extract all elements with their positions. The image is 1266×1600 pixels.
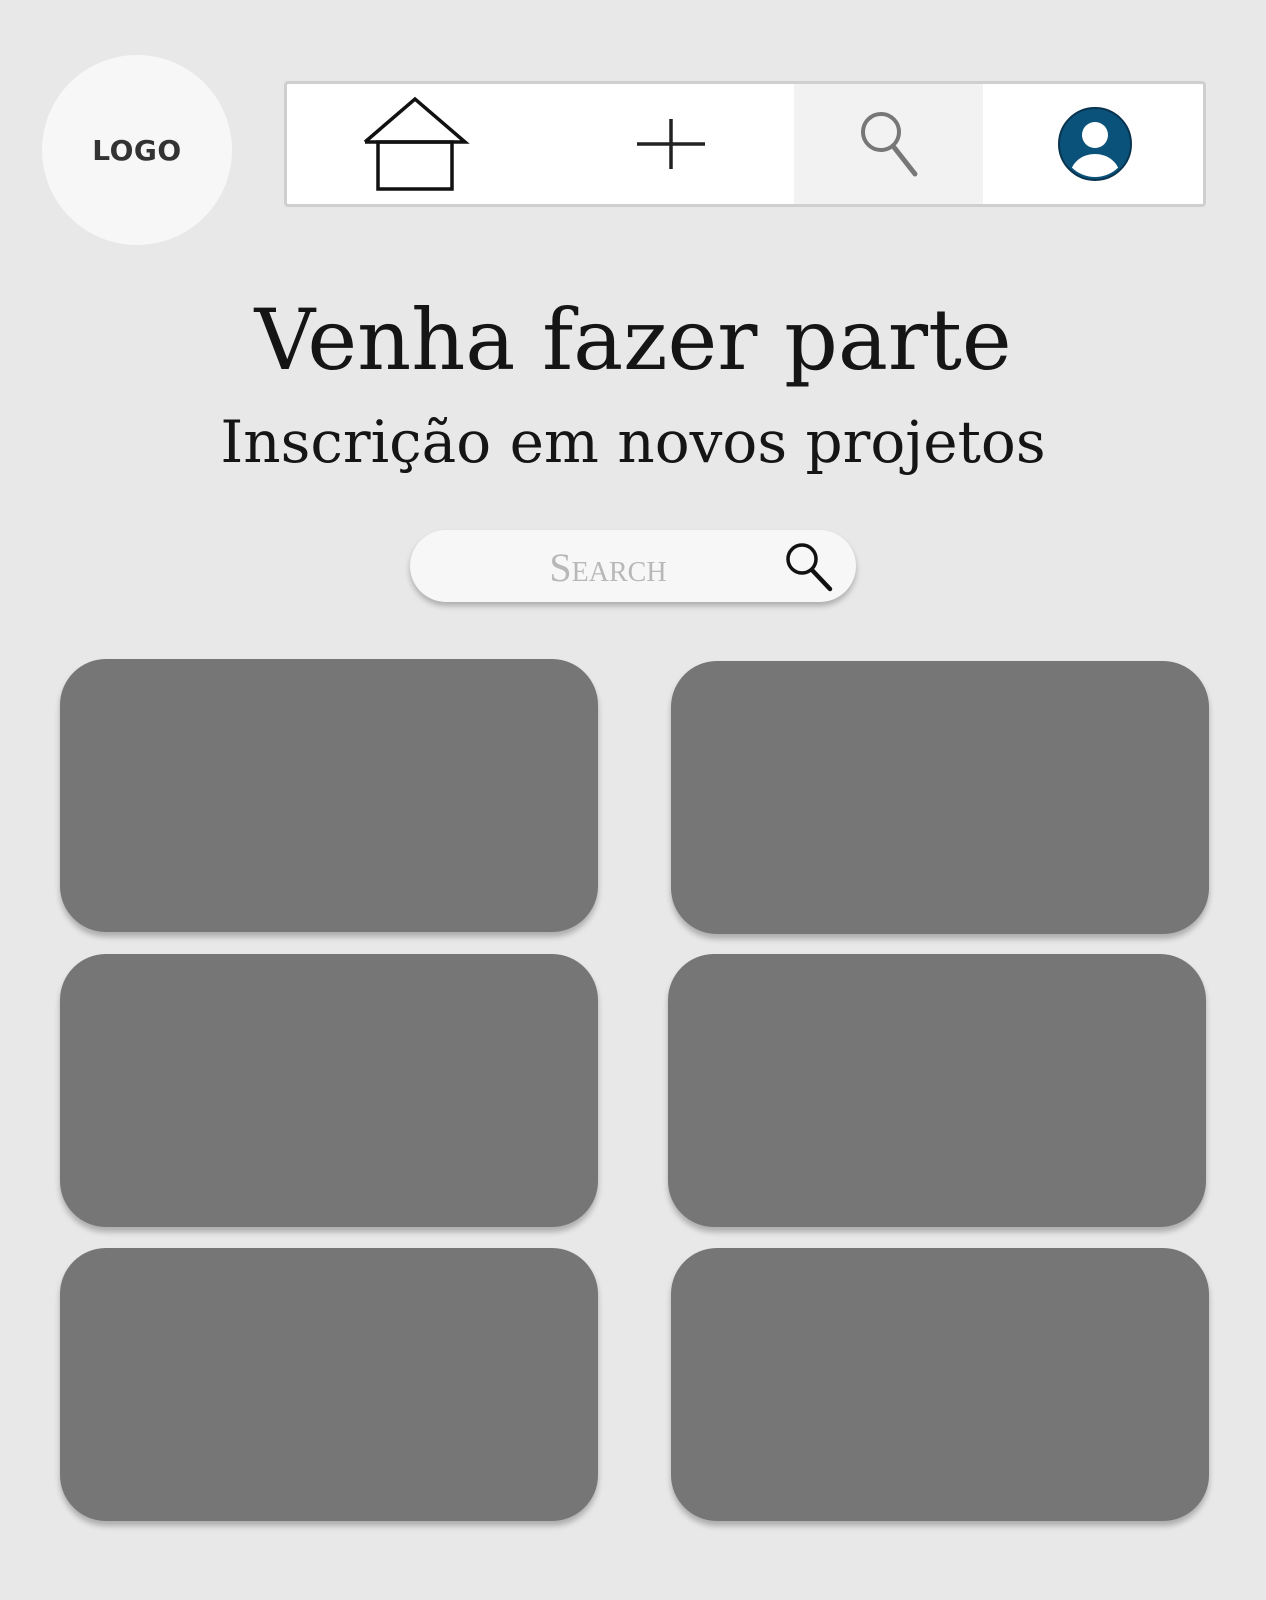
- search-icon: [860, 112, 917, 177]
- user-avatar-icon: [1057, 107, 1132, 181]
- page-subtitle: Inscrição em novos projetos: [220, 408, 1046, 476]
- search-icon: [786, 543, 833, 592]
- search-bar: [410, 530, 856, 604]
- home-icon: [363, 96, 470, 191]
- project-card[interactable]: [671, 661, 1209, 934]
- page-title: Venha fazer parte: [254, 291, 1012, 389]
- nav-add-button[interactable]: [547, 84, 794, 204]
- search-input[interactable]: [446, 530, 770, 604]
- project-card[interactable]: [60, 1248, 598, 1521]
- nav-search-button[interactable]: [794, 84, 983, 204]
- top-navbar: [284, 81, 1206, 207]
- plus-icon: [636, 119, 705, 169]
- logo-label: LOGO: [92, 133, 182, 167]
- project-card[interactable]: [60, 954, 598, 1227]
- search-submit-button[interactable]: [780, 538, 836, 594]
- logo[interactable]: LOGO: [42, 55, 232, 245]
- project-card[interactable]: [671, 1248, 1209, 1521]
- nav-profile-button[interactable]: [983, 84, 1203, 204]
- project-card[interactable]: [668, 954, 1206, 1227]
- project-card[interactable]: [60, 659, 598, 932]
- nav-home-button[interactable]: [287, 84, 547, 204]
